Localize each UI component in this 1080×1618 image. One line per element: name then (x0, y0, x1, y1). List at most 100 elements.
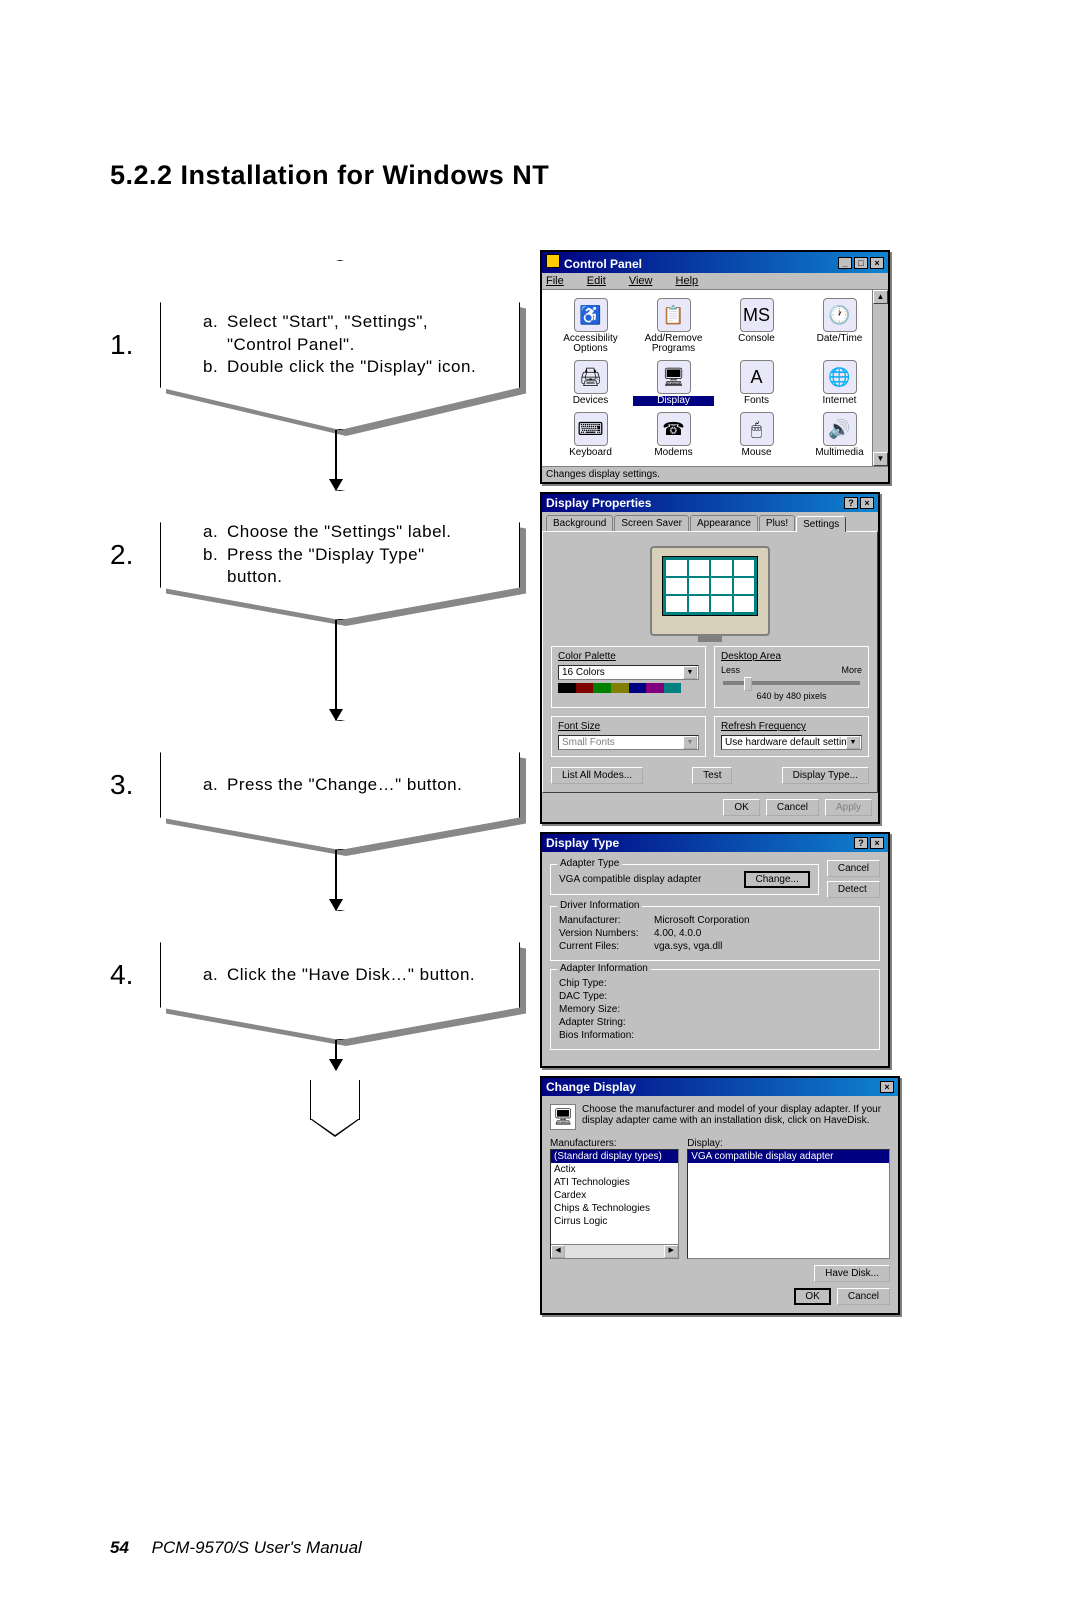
cp-item-devices[interactable]: 🖨Devices (550, 360, 631, 406)
app-icon: 📋 (657, 298, 691, 332)
menubar: File Edit View Help (542, 273, 888, 290)
menu-view[interactable]: View (629, 275, 663, 287)
apply-button[interactable]: Apply (825, 799, 872, 816)
step-2a-label: a. (203, 521, 227, 544)
cp-item-date-time[interactable]: 🕐Date/Time (799, 298, 880, 354)
app-icon: ⌨ (574, 412, 608, 446)
list-item[interactable]: Cardex (551, 1189, 678, 1202)
arrow-icon (335, 1040, 337, 1070)
manufacturers-listbox[interactable]: (Standard display types)ActixATI Technol… (550, 1149, 679, 1259)
adapter-info-label: Adapter Information (557, 963, 651, 974)
arrow-icon (335, 430, 337, 490)
app-icon: 🕐 (823, 298, 857, 332)
adapter-type-label: Adapter Type (557, 858, 622, 869)
close-button[interactable]: × (870, 257, 884, 269)
cp-item-keyboard[interactable]: ⌨Keyboard (550, 412, 631, 458)
step-4-number: 4. (110, 959, 133, 991)
step-1b-label: b. (203, 356, 227, 379)
step-2b-label: b. (203, 544, 227, 590)
help-button[interactable]: ? (844, 497, 858, 509)
list-all-modes-button[interactable]: List All Modes... (551, 767, 643, 784)
detect-button[interactable]: Detect (827, 881, 880, 898)
app-icon: 🖥 (657, 360, 691, 394)
list-item[interactable]: Chips & Technologies (551, 1202, 678, 1215)
tab-background[interactable]: Background (546, 515, 613, 531)
tab-bar: BackgroundScreen SaverAppearancePlus!Set… (542, 512, 878, 531)
step-1a-text: Select "Start", "Settings", "Control Pan… (227, 311, 477, 357)
scrollbar[interactable]: ▲▼ (872, 290, 888, 466)
cp-item-fonts[interactable]: AFonts (716, 360, 797, 406)
info-row: Bios Information: (559, 1030, 871, 1041)
close-button[interactable]: × (870, 837, 884, 849)
change-display-window: Change Display × 🖥 Choose the manufactur… (540, 1076, 900, 1315)
menu-edit[interactable]: Edit (587, 275, 616, 287)
app-icon: ♿ (574, 298, 608, 332)
display-type-button[interactable]: Display Type... (782, 767, 869, 784)
arrow-icon (335, 850, 337, 910)
cp-item-display[interactable]: 🖥Display (633, 360, 714, 406)
menu-help[interactable]: Help (676, 275, 709, 287)
tab-screen-saver[interactable]: Screen Saver (614, 515, 689, 531)
tab-appearance[interactable]: Appearance (690, 515, 758, 531)
close-button[interactable]: × (860, 497, 874, 509)
info-row: Chip Type: (559, 978, 871, 989)
step-3a-label: a. (203, 774, 227, 797)
color-palette-group: Color Palette 16 Colors (551, 646, 706, 708)
desktop-area-slider[interactable] (723, 681, 860, 685)
monitor-preview-icon (650, 546, 770, 636)
app-icon: 🖨 (574, 360, 608, 394)
step-4-box: a.Click the "Have Disk…" button. (160, 910, 520, 1040)
minimize-button[interactable]: _ (838, 257, 852, 269)
ok-button[interactable]: OK (723, 799, 759, 816)
app-icon: 🖱 (740, 412, 774, 446)
info-row: Version Numbers:4.00, 4.0.0 (559, 928, 871, 939)
cp-item-accessibility-options[interactable]: ♿Accessibility Options (550, 298, 631, 354)
list-item[interactable]: Actix (551, 1163, 678, 1176)
color-palette-dropdown[interactable]: 16 Colors (558, 665, 699, 680)
list-item[interactable]: VGA compatible display adapter (688, 1150, 889, 1163)
driver-info-label: Driver Information (557, 900, 642, 911)
cancel-button[interactable]: Cancel (827, 860, 880, 877)
step-3-number: 3. (110, 769, 133, 801)
step-1-number: 1. (110, 329, 133, 361)
step-2-box: a.Choose the "Settings" label. b.Press t… (160, 490, 520, 620)
cp-item-modems[interactable]: ☎Modems (633, 412, 714, 458)
cp-item-internet[interactable]: 🌐Internet (799, 360, 880, 406)
ok-button[interactable]: OK (794, 1288, 830, 1305)
cancel-button[interactable]: Cancel (837, 1288, 890, 1305)
step-3-box: a.Press the "Change…" button. (160, 720, 520, 850)
info-row: Memory Size: (559, 1004, 871, 1015)
statusbar: Changes display settings. (542, 466, 888, 482)
test-button[interactable]: Test (692, 767, 732, 784)
cancel-button[interactable]: Cancel (766, 799, 819, 816)
menu-file[interactable]: File (546, 275, 574, 287)
refresh-group: Refresh Frequency Use hardware default s… (714, 716, 869, 757)
app-icon: 🌐 (823, 360, 857, 394)
folder-icon (546, 254, 560, 268)
help-button[interactable]: ? (854, 837, 868, 849)
refresh-dropdown[interactable]: Use hardware default settin (721, 735, 862, 750)
step-1b-text: Double click the "Display" icon. (227, 356, 476, 379)
step-4a-text: Click the "Have Disk…" button. (227, 964, 475, 987)
list-item[interactable]: (Standard display types) (551, 1150, 678, 1163)
section-title: 5.2.2 Installation for Windows NT (110, 160, 980, 191)
cp-item-console[interactable]: MSConsole (716, 298, 797, 354)
list-item[interactable]: Cirrus Logic (551, 1215, 678, 1228)
cp-item-multimedia[interactable]: 🔊Multimedia (799, 412, 880, 458)
display-listbox[interactable]: VGA compatible display adapter (687, 1149, 890, 1259)
step-4a-label: a. (203, 964, 227, 987)
desktop-area-group: Desktop Area LessMore 640 by 480 pixels (714, 646, 869, 708)
font-size-dropdown[interactable]: Small Fonts (558, 735, 699, 750)
tab-settings[interactable]: Settings (796, 516, 846, 532)
maximize-button[interactable]: □ (854, 257, 868, 269)
cp-item-add-remove-programs[interactable]: 📋Add/Remove Programs (633, 298, 714, 354)
display-properties-window: Display Properties ? × BackgroundScreen … (540, 492, 880, 824)
list-item[interactable]: ATI Technologies (551, 1176, 678, 1189)
info-row: DAC Type: (559, 991, 871, 1002)
change-button[interactable]: Change... (744, 871, 809, 888)
cp-item-mouse[interactable]: 🖱Mouse (716, 412, 797, 458)
tab-plus-[interactable]: Plus! (759, 515, 795, 531)
close-button[interactable]: × (880, 1081, 894, 1093)
step-2a-text: Choose the "Settings" label. (227, 521, 452, 544)
have-disk-button[interactable]: Have Disk... (814, 1265, 890, 1282)
